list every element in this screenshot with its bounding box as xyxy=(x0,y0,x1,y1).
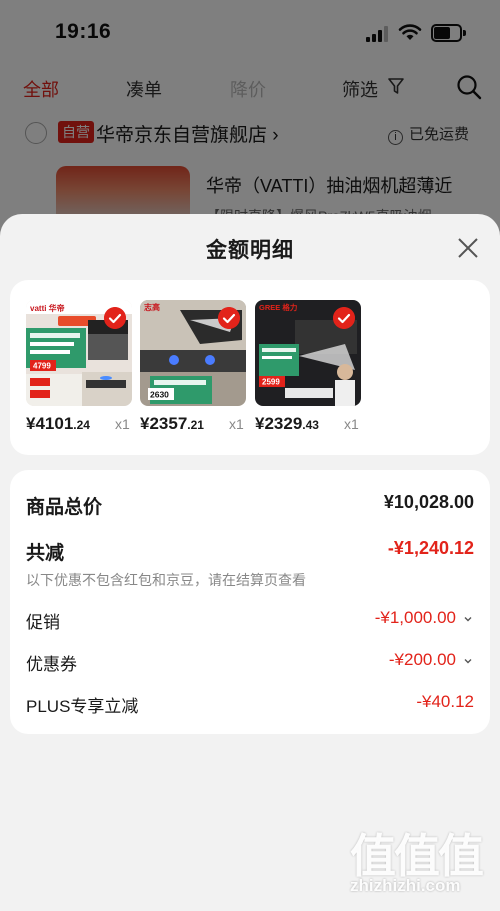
brand-logo-text: 志高 xyxy=(144,302,160,312)
coupon-value: -¥200.00 xyxy=(388,650,456,669)
summary-card: 商品总价 ¥10,028.00 共减 -¥1,240.12 以下优惠不包含红包和… xyxy=(10,470,490,734)
plus-discount-value: -¥40.12 xyxy=(416,692,474,711)
brand-logo-text: GREE 格力 xyxy=(259,302,297,312)
discount-note: 以下优惠不包含红包和京豆，请在结算页查看 xyxy=(26,572,306,588)
close-icon[interactable] xyxy=(454,234,482,262)
product-price: ¥2329.43 xyxy=(255,414,319,433)
total-value: ¥10,028.00 xyxy=(383,492,474,512)
product-image[interactable]: 志高 2630 xyxy=(140,300,246,406)
promotion-label: 促销 xyxy=(26,613,60,632)
selected-check-icon xyxy=(104,307,126,329)
plus-discount-row: PLUS专享立减 -¥40.12 xyxy=(26,692,474,716)
product-qty: x1 xyxy=(115,416,130,432)
coupon-row[interactable]: 优惠券 -¥200.00 xyxy=(26,650,474,674)
sheet-header: 金额明细 xyxy=(0,214,500,280)
discount-value: -¥1,240.12 xyxy=(387,538,474,558)
product-image[interactable]: GREE 格力 2599 xyxy=(255,300,361,406)
price-tag-text: 4799 xyxy=(33,362,51,371)
total-row: 商品总价 ¥10,028.00 xyxy=(26,492,474,518)
product-qty: x1 xyxy=(229,416,244,432)
promotion-row[interactable]: 促销 -¥1,000.00 xyxy=(26,608,474,632)
price-tag-text: 2630 xyxy=(150,390,169,400)
price-tag-text: 2599 xyxy=(262,378,280,387)
selected-check-icon xyxy=(333,307,355,329)
discount-label: 共减 xyxy=(26,543,65,564)
product-price: ¥2357.21 xyxy=(140,414,204,433)
products-card: vatti 华帝 4799 ¥4101.24 x1 志高 2630 ¥2357.… xyxy=(10,280,490,455)
promotion-value: -¥1,000.00 xyxy=(374,608,456,627)
brand-logo-text: vatti 华帝 xyxy=(30,303,65,313)
coupon-label: 优惠券 xyxy=(26,655,77,674)
plus-discount-label: PLUS专享立减 xyxy=(26,697,139,716)
total-label: 商品总价 xyxy=(26,497,103,518)
product-image[interactable]: vatti 华帝 4799 xyxy=(26,300,132,406)
watermark-url: zhizhizhi.com xyxy=(350,876,461,895)
amount-detail-sheet: 金额明细 vatti 华帝 4799 ¥4101.24 x1 志高 2630 ¥… xyxy=(0,214,500,911)
chevron-down-icon[interactable] xyxy=(462,613,474,625)
chevron-down-icon[interactable] xyxy=(462,655,474,667)
sheet-title: 金额明细 xyxy=(206,239,294,262)
watermark: 值值值 zhizhizhi.com xyxy=(350,820,490,910)
discount-row: 共减 -¥1,240.12 xyxy=(26,538,474,564)
selected-check-icon xyxy=(218,307,240,329)
product-qty: x1 xyxy=(344,416,359,432)
product-price: ¥4101.24 xyxy=(26,414,90,433)
